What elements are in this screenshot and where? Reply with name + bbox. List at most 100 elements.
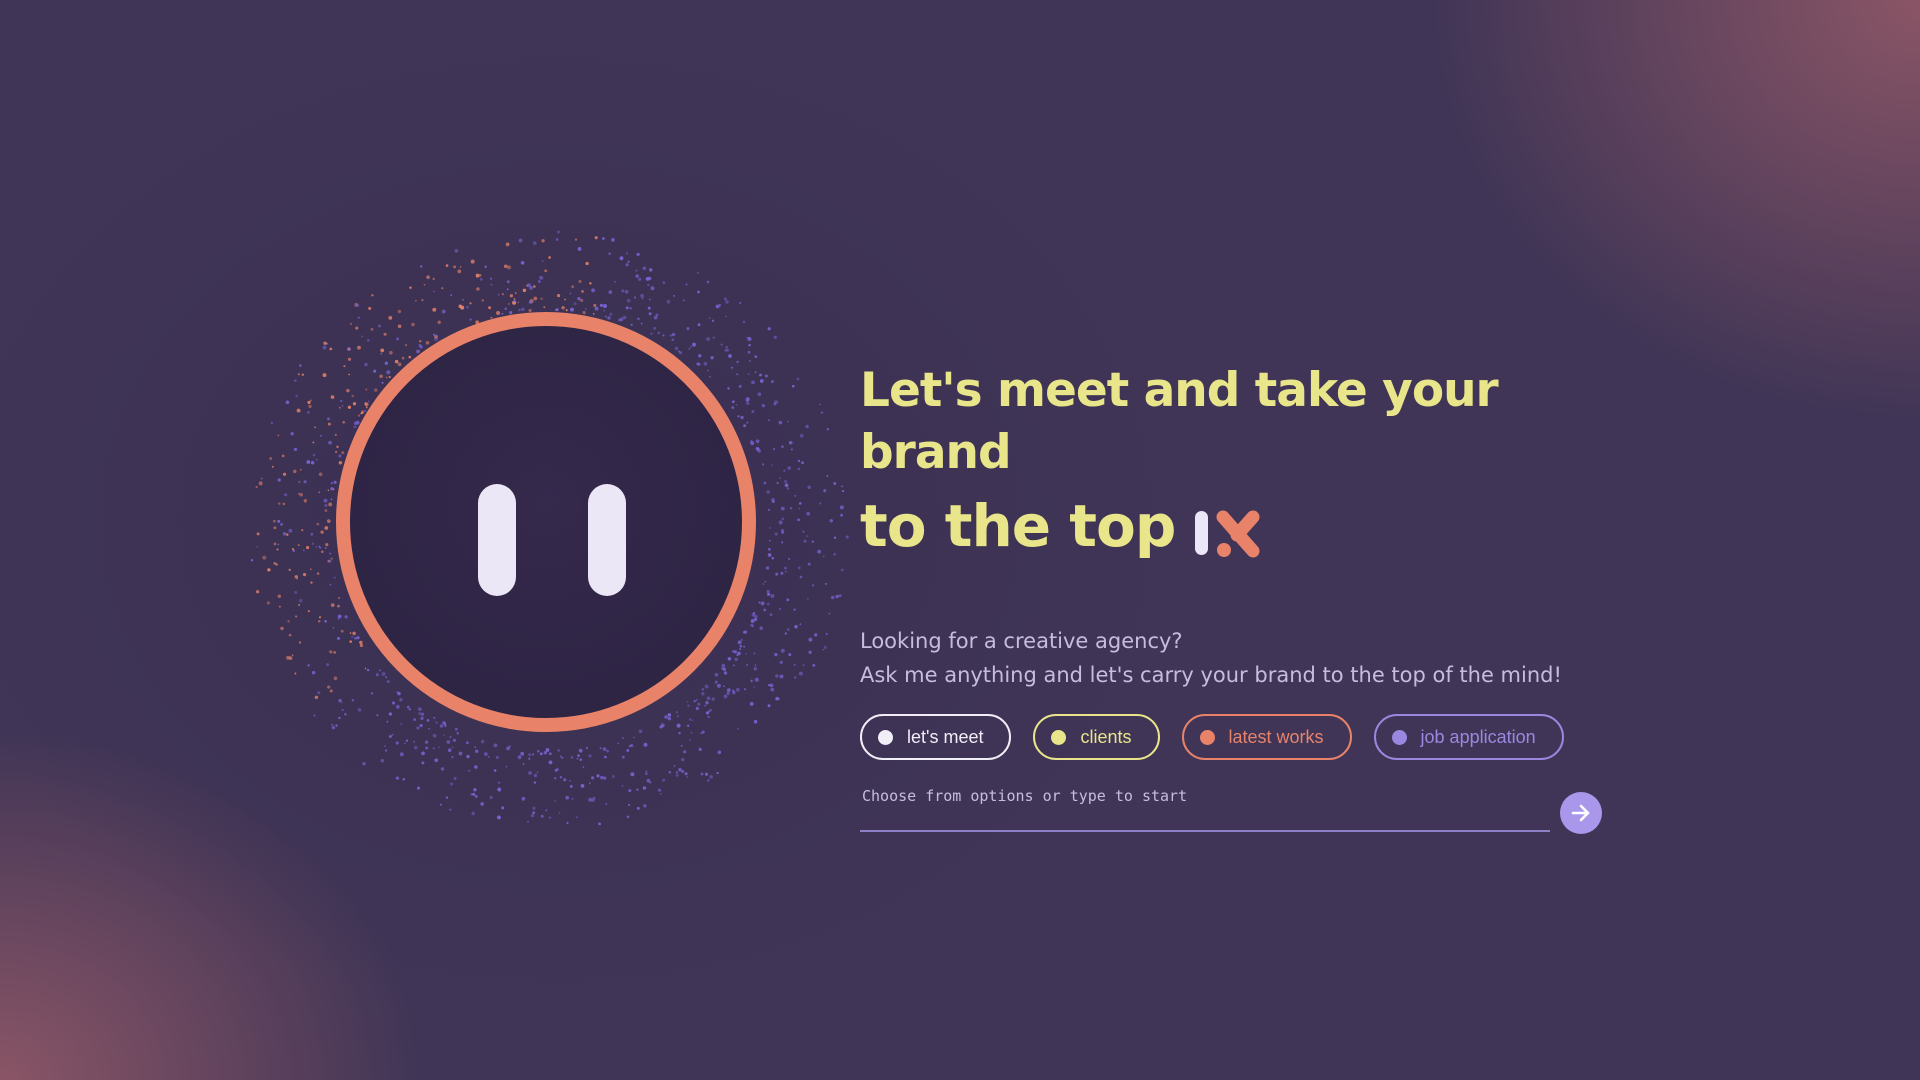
halo-particle	[839, 505, 844, 510]
halo-particle	[475, 749, 479, 753]
halo-particle	[603, 309, 606, 312]
halo-particle	[503, 264, 508, 269]
halo-particle	[325, 543, 329, 547]
halo-particle	[332, 488, 335, 491]
halo-particle	[662, 281, 666, 284]
halo-particle	[442, 721, 446, 725]
halo-particle	[282, 532, 287, 536]
halo-particle	[826, 474, 829, 477]
halo-particle	[578, 748, 583, 753]
halo-particle	[282, 502, 286, 506]
chip-lets-meet[interactable]: let's meet	[860, 714, 1012, 760]
halo-particle	[362, 761, 366, 766]
halo-particle	[674, 346, 679, 351]
halo-particle	[731, 406, 735, 409]
halo-particle	[653, 326, 657, 330]
halo-particle	[326, 663, 330, 667]
halo-particle	[825, 632, 828, 635]
halo-particle	[576, 757, 579, 760]
chat-input[interactable]	[860, 782, 1550, 832]
halo-particle	[352, 402, 357, 406]
halo-particle	[548, 816, 551, 819]
halo-particle	[421, 761, 425, 765]
halo-particle	[509, 294, 514, 298]
halo-particle	[397, 691, 401, 696]
halo-particle	[441, 287, 444, 290]
halo-particle	[688, 347, 691, 350]
halo-particle	[773, 402, 777, 406]
halo-particle	[737, 651, 741, 656]
halo-particle	[324, 547, 327, 549]
halo-particle	[256, 590, 260, 594]
halo-particle	[801, 461, 804, 465]
halo-particle	[285, 400, 290, 405]
halo-particle	[705, 701, 709, 705]
halo-particle	[707, 715, 710, 718]
halo-particle	[780, 506, 785, 511]
halo-particle	[807, 485, 811, 490]
halo-particle	[539, 275, 544, 280]
halo-particle	[759, 626, 763, 630]
halo-particle	[739, 301, 742, 304]
halo-particle	[418, 339, 422, 343]
halo-particle	[784, 483, 789, 488]
halo-particle	[290, 432, 294, 436]
halo-particle	[548, 760, 553, 765]
halo-particle	[680, 744, 683, 747]
chip-clients[interactable]: clients	[1033, 714, 1160, 760]
halo-particle	[556, 767, 560, 771]
halo-particle	[823, 489, 827, 493]
halo-particle	[441, 309, 446, 314]
halo-particle	[453, 265, 457, 269]
halo-particle	[786, 598, 790, 602]
halo-particle	[296, 577, 298, 580]
halo-particle	[704, 704, 707, 707]
halo-particle	[288, 528, 293, 533]
halo-particle	[334, 433, 337, 436]
halo-particle	[308, 404, 312, 409]
halo-particle	[353, 425, 357, 429]
halo-particle	[745, 652, 748, 655]
halo-particle	[298, 604, 301, 606]
halo-particle	[799, 623, 802, 626]
halo-particle	[673, 765, 676, 767]
halo-particle	[711, 319, 715, 322]
halo-particle	[788, 653, 792, 657]
halo-particle	[313, 714, 316, 717]
halo-particle	[698, 354, 702, 358]
halo-particle	[645, 277, 650, 281]
halo-particle	[293, 447, 298, 452]
halo-particle	[707, 369, 709, 372]
halo-particle	[787, 420, 789, 423]
halo-particle	[608, 290, 613, 294]
halo-particle	[754, 371, 757, 374]
halo-particle	[260, 477, 263, 480]
halo-particle	[582, 766, 585, 768]
halo-particle	[608, 252, 612, 256]
halo-particle	[750, 441, 755, 446]
chip-job-application[interactable]: job application	[1373, 714, 1564, 760]
halo-particle	[365, 388, 368, 391]
halo-particle	[641, 297, 644, 300]
subtitle-line-2: Ask me anything and let's carry your bra…	[860, 663, 1562, 687]
halo-particle	[714, 681, 717, 685]
halo-particle	[794, 625, 798, 629]
halo-particle	[468, 769, 471, 772]
halo-particle	[709, 775, 713, 779]
halo-particle	[514, 292, 517, 295]
halo-particle	[698, 747, 702, 752]
send-button[interactable]	[1560, 792, 1602, 834]
halo-particle	[653, 315, 658, 320]
halo-particle	[711, 697, 715, 701]
halo-particle	[329, 552, 332, 555]
halo-particle	[706, 337, 711, 341]
halo-particle	[307, 400, 311, 404]
halo-particle	[281, 454, 285, 458]
halo-particle	[273, 562, 277, 565]
chip-latest-works[interactable]: latest works	[1181, 714, 1352, 760]
halo-particle	[635, 269, 638, 272]
halo-particle	[697, 702, 701, 706]
halo-particle	[781, 517, 785, 521]
halo-particle	[594, 236, 598, 240]
halo-particle	[598, 822, 601, 826]
